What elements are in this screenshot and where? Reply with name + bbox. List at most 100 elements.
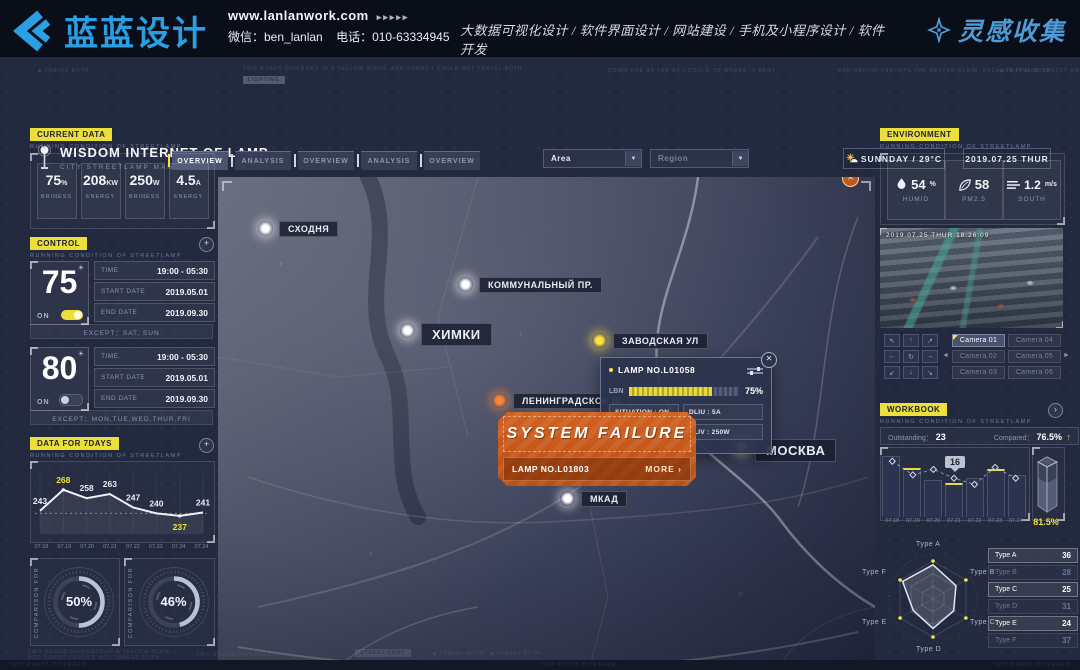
tab-overview-3[interactable]: OVERVIEW bbox=[424, 151, 480, 170]
arrow-down-left-button[interactable]: ↙ bbox=[884, 366, 900, 379]
chevron-down-icon: ▼ bbox=[732, 151, 748, 166]
brightness-preset-80: ☀ 80 ON bbox=[30, 347, 89, 411]
workbook-subtitle: RUNNING CONDITION OF STREETLAMP bbox=[880, 419, 1032, 425]
type-e-row[interactable]: Type E24 bbox=[988, 616, 1078, 631]
brightness-preset-75: ☀ 75 ON bbox=[30, 261, 89, 325]
inspiration-icon bbox=[926, 17, 952, 43]
map-label-kommunalny[interactable]: КОММУНАЛЬНЫЙ ПР. bbox=[458, 277, 602, 293]
seven-days-x-labels: 07.1807.1907.2007.2107.2207.2307.2407.24 bbox=[30, 544, 213, 550]
wind-icon bbox=[1007, 179, 1020, 190]
lamp-pin-icon bbox=[258, 221, 273, 236]
tab-analysis-2[interactable]: ANALYSIS bbox=[361, 151, 417, 170]
svg-text:240: 240 bbox=[149, 498, 163, 508]
workbook-next-button[interactable]: › bbox=[1048, 403, 1063, 418]
current-data-cards: 75% BRINESS 208KW ENERGY 250W BRINESS 4.… bbox=[30, 153, 215, 229]
map-label-shodnya[interactable]: СХОДНЯ bbox=[258, 221, 338, 237]
phone-label: 电话：010-63334945 bbox=[336, 30, 449, 44]
camera-pager-left[interactable]: ◄ bbox=[942, 352, 949, 359]
wind-card: 1.2m/s SOUTH bbox=[1003, 160, 1061, 220]
map-corner-mark bbox=[861, 181, 871, 191]
environment-badge: ENVIRONMENT bbox=[880, 128, 959, 141]
leaf-icon bbox=[959, 179, 971, 191]
type-d-row[interactable]: Type D31 bbox=[988, 599, 1078, 614]
time-field-2[interactable]: TIME19:00 - 05:30 bbox=[94, 347, 215, 366]
camera-01-button[interactable]: Camera 01 bbox=[952, 334, 1005, 347]
camera-dpad: ↖ ↑ ↗ ← ↻ → ↙ ↓ ↘ bbox=[884, 334, 938, 379]
map-label-khimki[interactable]: ХИМКИ bbox=[400, 323, 492, 346]
time-field[interactable]: TIME19:00 - 05:30 bbox=[94, 261, 215, 280]
camera-pager-right[interactable]: ► bbox=[1063, 352, 1070, 359]
lbn-label: LBN bbox=[609, 388, 623, 395]
gauge-value: 46% bbox=[129, 594, 218, 609]
map-label-zavodskaya[interactable]: ЗАВОДСКАЯ УЛ bbox=[592, 333, 708, 349]
start-date-field-2[interactable]: START DATE2019.05.01 bbox=[94, 368, 215, 387]
power-toggle-off[interactable] bbox=[59, 394, 83, 406]
more-button[interactable]: MORE › bbox=[645, 464, 682, 474]
camera-06-button[interactable]: Camera 06 bbox=[1008, 366, 1061, 379]
start-date-field[interactable]: START DATE2019.05.01 bbox=[94, 282, 215, 301]
environment-cards: 54% HUMID 58 PM2.5 1.2m/s SOUTH bbox=[880, 153, 1065, 225]
weather-icon: ☀☁ bbox=[846, 153, 856, 164]
decor-poem-1: TWO ROADS DIVERGED IN A YELLOW WOOD, AND… bbox=[243, 66, 563, 72]
lamp-pin-icon-orange bbox=[492, 393, 507, 408]
sliders-icon[interactable] bbox=[747, 366, 763, 376]
city-map[interactable]: + + + + СХОДНЯ КОММУНАЛЬНЫЙ ПР. ХИМКИ bbox=[218, 177, 875, 670]
camera-04-button[interactable]: Camera 04 bbox=[1008, 334, 1061, 347]
arrow-up-right-button[interactable]: ↗ bbox=[922, 334, 938, 347]
brightness-bar-fill bbox=[629, 387, 711, 396]
area-select[interactable]: Area ▼ bbox=[543, 149, 642, 168]
compared-value: 76.5% bbox=[1037, 432, 1063, 442]
strip-text-left: TWO ROADS DIVERGED bbox=[10, 662, 86, 668]
seven-days-add-button[interactable]: + bbox=[199, 438, 214, 453]
camera-feed-image[interactable]: 2019.07.25 THUR 18:26:09 bbox=[880, 228, 1063, 328]
svg-text:258: 258 bbox=[79, 483, 93, 493]
power-toggle-on[interactable] bbox=[61, 310, 83, 320]
rotate-button[interactable]: ↻ bbox=[903, 350, 919, 363]
decor-checkbox-text-2: ■ TRAVEL BOTH bbox=[1000, 68, 1052, 74]
arrow-up-button[interactable]: ↑ bbox=[903, 334, 919, 347]
arrow-down-right-button[interactable]: ↘ bbox=[922, 366, 938, 379]
contact-block: www.lanlanwork.com▸▸▸▸▸ 微信：ben_lanlan 电话… bbox=[228, 8, 450, 45]
inspiration-collect[interactable]: 灵感收集 bbox=[926, 12, 1066, 48]
svg-text:243: 243 bbox=[33, 496, 47, 506]
end-date-field-2[interactable]: END DATE2019.09.30 bbox=[94, 389, 215, 408]
camera-03-button[interactable]: Camera 03 bbox=[952, 366, 1005, 379]
type-f-row[interactable]: Type F37 bbox=[988, 633, 1078, 648]
gauge-value: 50% bbox=[35, 594, 123, 609]
strip-text-mid: TWO ROADS DIVERGED bbox=[540, 662, 616, 668]
decor-lighting-chip: LIGHTING bbox=[243, 76, 285, 84]
lanlan-logo[interactable]: 蓝蓝设计 bbox=[10, 6, 208, 55]
lamp-pin-icon bbox=[560, 491, 575, 506]
arrow-down-button[interactable]: ↓ bbox=[903, 366, 919, 379]
cube-3d-icon bbox=[1033, 448, 1062, 518]
seven-days-badge: DATA FOR 7DAYS bbox=[30, 437, 119, 450]
type-a-row[interactable]: Type A36 bbox=[988, 548, 1078, 563]
stat-card-briness: 75% BRINESS bbox=[37, 163, 77, 219]
camera-05-button[interactable]: Camera 05 bbox=[1008, 350, 1061, 363]
type-c-row[interactable]: Type C25 bbox=[988, 582, 1078, 597]
svg-text:263: 263 bbox=[103, 479, 117, 489]
arrows-decor: ▸▸▸▸▸ bbox=[377, 12, 410, 22]
up-arrow-icon: ↑ bbox=[1067, 432, 1072, 442]
arrow-up-left-button[interactable]: ↖ bbox=[884, 334, 900, 347]
camera-02-button[interactable]: Camera 02 bbox=[952, 350, 1005, 363]
decor-checkbox-text: ■ TRAVEL BOTH bbox=[38, 68, 90, 74]
map-label-mkad[interactable]: МКАД bbox=[560, 491, 627, 507]
dashboard-screenshot: 蓝蓝设计 www.lanlanwork.com▸▸▸▸▸ 微信：ben_lanl… bbox=[0, 0, 1080, 670]
lamp-current-cell: DLIU : 5A bbox=[683, 404, 763, 420]
dashboard-bg: ■ TRAVEL BOTH TWO ROADS DIVERGED IN A YE… bbox=[0, 57, 1080, 670]
end-date-field[interactable]: END DATE2019.09.30 bbox=[94, 303, 215, 322]
tab-overview-2[interactable]: OVERVIEW bbox=[298, 151, 354, 170]
close-icon[interactable]: ✕ bbox=[761, 352, 777, 368]
control-add-button[interactable]: + bbox=[199, 237, 214, 252]
arrow-right-button[interactable]: → bbox=[922, 350, 938, 363]
website-link[interactable]: www.lanlanwork.com bbox=[228, 8, 369, 23]
region-select[interactable]: Region ▼ bbox=[650, 149, 749, 168]
arrow-left-button[interactable]: ← bbox=[884, 350, 900, 363]
type-b-row[interactable]: Type B28 bbox=[988, 565, 1078, 580]
services-list: 大数据可视化设计 / 软件界面设计 / 网站建设 / 手机及小程序设计 / 软件… bbox=[460, 20, 890, 58]
tab-analysis-1[interactable]: ANALYSIS bbox=[235, 151, 291, 170]
brightness-bar[interactable] bbox=[629, 387, 739, 396]
except-days-bar: EXCEPT：SAT, SUN bbox=[30, 324, 213, 339]
control-subtitle: RUNNING CONDITION OF STREETLAMP bbox=[30, 253, 182, 259]
